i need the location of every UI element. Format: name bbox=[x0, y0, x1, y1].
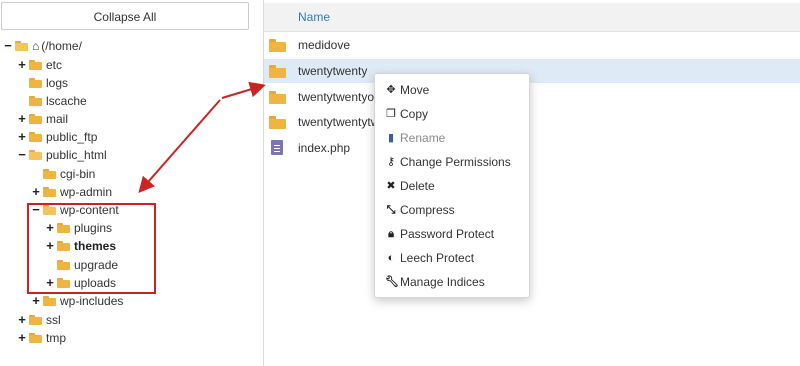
tree-item-cgi-bin[interactable]: cgi-bin bbox=[31, 165, 95, 183]
tree-item-label: mail bbox=[46, 112, 69, 126]
tree-item-wp-includes[interactable]: + wp-includes bbox=[31, 292, 123, 310]
tree-item-label: lscache bbox=[46, 94, 87, 108]
menu-item-manage-indices[interactable]: 🔧︎ Manage Indices bbox=[385, 272, 485, 292]
key-icon: ⚷ bbox=[386, 156, 396, 168]
tree-item-etc[interactable]: + etc bbox=[17, 56, 62, 74]
expand-toggle[interactable]: + bbox=[17, 329, 27, 347]
expand-toggle[interactable]: + bbox=[17, 311, 27, 329]
delete-icon: ✖ bbox=[386, 180, 396, 192]
folder-icon bbox=[43, 169, 56, 179]
menu-item-label: Password Protect bbox=[400, 227, 495, 241]
menu-item-label: Rename bbox=[400, 131, 446, 145]
collapse-toggle[interactable]: − bbox=[3, 37, 13, 55]
folder-icon bbox=[43, 187, 56, 197]
menu-item-compress[interactable]: ⤡ Compress bbox=[385, 200, 455, 220]
menu-item-label: Move bbox=[400, 83, 430, 97]
menu-item-label: Manage Indices bbox=[400, 275, 485, 289]
menu-item-label: Change Permissions bbox=[400, 155, 511, 169]
folder-open-icon bbox=[15, 41, 28, 51]
tree-item-label: etc bbox=[46, 58, 63, 72]
folder-icon bbox=[29, 60, 42, 70]
tree-item-label: (/home/ bbox=[41, 39, 82, 53]
menu-item-label: Delete bbox=[400, 179, 435, 193]
folder-icon bbox=[29, 96, 42, 106]
tree-item-lscache[interactable]: lscache bbox=[17, 92, 87, 110]
file-row-twentytwentyone[interactable]: twentytwentyor bbox=[264, 85, 800, 109]
tree-item-label: public_html bbox=[46, 148, 107, 162]
menu-item-delete[interactable]: ✖ Delete bbox=[385, 176, 435, 196]
file-list-header: Name bbox=[264, 3, 800, 32]
file-list-panel: Name medidove twentytwenty twentytwentyo… bbox=[264, 0, 800, 366]
column-header-name[interactable]: Name bbox=[298, 10, 330, 24]
tree-item-public-ftp[interactable]: + public_ftp bbox=[17, 128, 97, 146]
collapse-all-button[interactable]: Collapse All bbox=[1, 2, 249, 30]
file-name: twentytwenty bbox=[298, 64, 368, 78]
context-menu: ✥ Move ❐ Copy ▮ Rename ⚷ Change Permissi… bbox=[374, 73, 530, 298]
file-name: index.php bbox=[298, 141, 351, 155]
folder-icon bbox=[29, 333, 42, 343]
file-icon bbox=[271, 140, 283, 155]
folder-icon bbox=[269, 116, 286, 129]
rename-icon: ▮ bbox=[387, 132, 395, 144]
file-name: twentytwentyor bbox=[298, 90, 379, 104]
tree-item-home[interactable]: − ⌂ (/home/ bbox=[3, 37, 82, 55]
wrench-icon: 🔧︎ bbox=[385, 276, 399, 288]
menu-item-label: Copy bbox=[400, 107, 429, 121]
collapse-toggle[interactable]: − bbox=[17, 146, 27, 164]
menu-item-label: Compress bbox=[400, 203, 455, 217]
menu-item-label: Leech Protect bbox=[400, 251, 475, 265]
tree-item-ssl[interactable]: + ssl bbox=[17, 311, 61, 329]
tree-item-label: tmp bbox=[46, 331, 67, 345]
folder-open-icon bbox=[29, 150, 42, 160]
menu-item-move[interactable]: ✥ Move bbox=[385, 80, 429, 100]
menu-item-leech-protect[interactable]: ◐ Leech Protect bbox=[385, 248, 474, 268]
file-row-index-php[interactable]: index.php bbox=[264, 136, 800, 160]
tree-item-label: public_ftp bbox=[46, 130, 98, 144]
tree-item-label: cgi-bin bbox=[60, 167, 96, 181]
expand-toggle[interactable]: + bbox=[17, 128, 27, 146]
file-name: medidove bbox=[298, 38, 351, 52]
lock-icon: 🔒︎ bbox=[388, 228, 394, 240]
folder-icon bbox=[29, 78, 42, 88]
folder-icon bbox=[43, 296, 56, 306]
file-name: twentytwentytw bbox=[298, 115, 380, 129]
shield-icon: ◐ bbox=[387, 252, 395, 264]
tree-item-label: wp-admin bbox=[60, 185, 113, 199]
file-row-twentytwentytwo[interactable]: twentytwentytw bbox=[264, 110, 800, 134]
menu-item-copy[interactable]: ❐ Copy bbox=[385, 104, 428, 124]
folder-icon bbox=[269, 39, 286, 52]
menu-item-password-protect[interactable]: 🔒︎ Password Protect bbox=[385, 224, 494, 244]
home-icon: ⌂ bbox=[32, 39, 40, 53]
move-icon: ✥ bbox=[386, 84, 396, 96]
tree-item-label: ssl bbox=[46, 313, 61, 327]
folder-icon bbox=[29, 114, 42, 124]
folder-tree-panel: Collapse All − ⌂ (/home/ + etc logs lsca… bbox=[0, 0, 264, 366]
folder-icon bbox=[29, 132, 42, 142]
expand-toggle[interactable]: + bbox=[31, 292, 41, 310]
tree-item-logs[interactable]: logs bbox=[17, 74, 68, 92]
expand-toggle[interactable]: + bbox=[17, 56, 27, 74]
file-row-twentytwenty[interactable]: twentytwenty bbox=[264, 59, 800, 83]
tree-item-mail[interactable]: + mail bbox=[17, 110, 68, 128]
annotation-highlight-box bbox=[27, 203, 156, 294]
folder-icon bbox=[269, 91, 286, 104]
tree-item-label: wp-includes bbox=[60, 294, 124, 308]
tree-item-wp-admin[interactable]: + wp-admin bbox=[31, 183, 112, 201]
menu-item-rename[interactable]: ▮ Rename bbox=[385, 128, 445, 148]
menu-item-change-permissions[interactable]: ⚷ Change Permissions bbox=[385, 152, 511, 172]
file-row-medidove[interactable]: medidove bbox=[264, 33, 800, 57]
tree-item-label: logs bbox=[46, 76, 69, 90]
tree-item-tmp[interactable]: + tmp bbox=[17, 329, 66, 347]
compress-icon: ⤡ bbox=[386, 204, 396, 216]
copy-icon: ❐ bbox=[386, 108, 396, 120]
folder-icon bbox=[269, 65, 286, 78]
folder-icon bbox=[29, 315, 42, 325]
expand-toggle[interactable]: + bbox=[17, 110, 27, 128]
tree-item-public-html[interactable]: − public_html bbox=[17, 146, 107, 164]
expand-toggle[interactable]: + bbox=[31, 183, 41, 201]
